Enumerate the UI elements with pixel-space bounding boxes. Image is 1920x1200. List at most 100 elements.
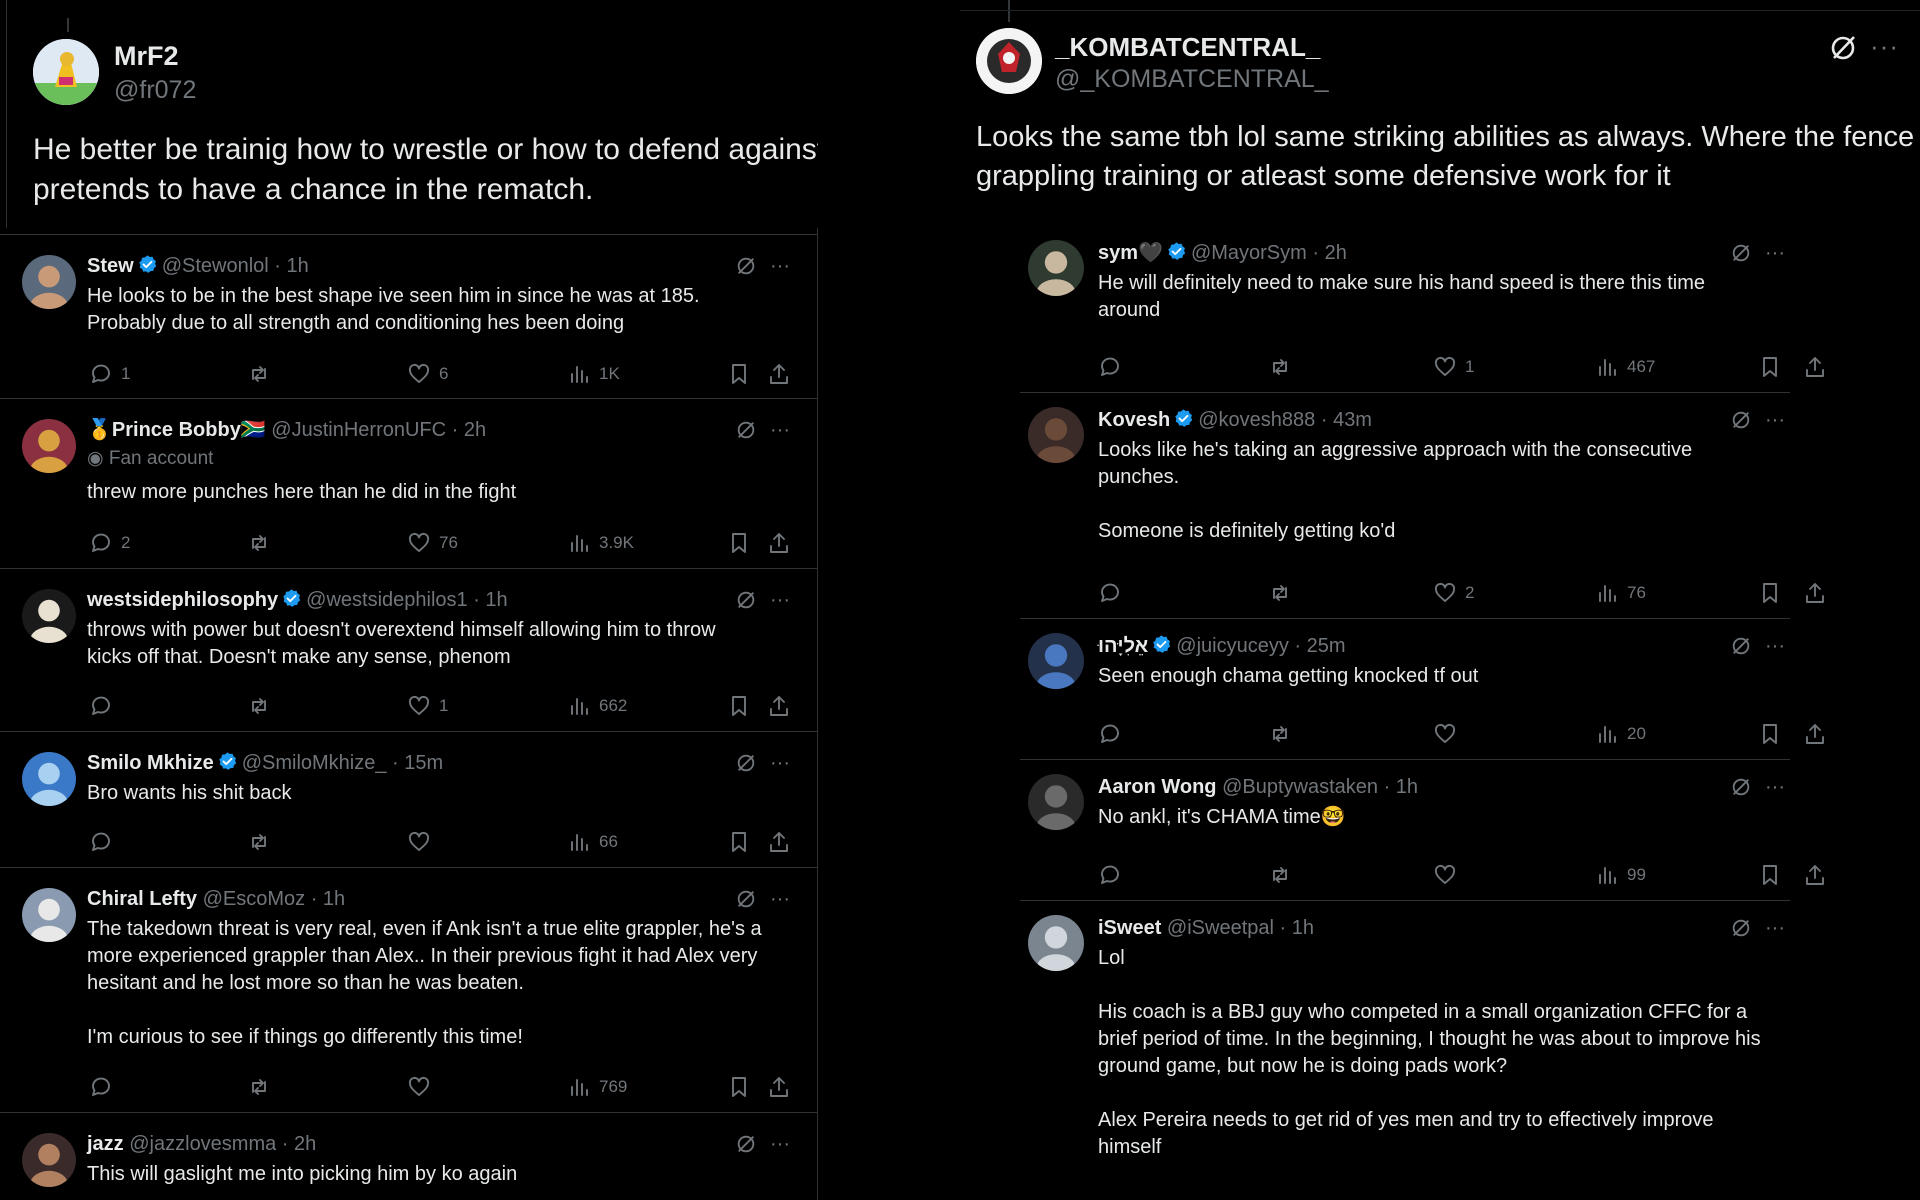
author-name[interactable]: westsidephilosophy [87,589,278,611]
avatar[interactable] [1028,407,1084,463]
repost-button[interactable] [1268,581,1292,605]
avatar[interactable] [1028,774,1084,830]
views-button[interactable]: 66 [567,830,618,854]
reply-item[interactable]: iSweet @iSweetpal · 1h ··· Lol His coach i… [1020,901,1790,1191]
author-name[interactable]: Smilo Mkhize [87,752,214,774]
author-handle-time[interactable]: @westsidephilos1 · 1h [306,589,508,611]
bookmark-button[interactable] [727,694,751,718]
repost-button[interactable] [247,531,271,555]
reply-button[interactable] [1098,355,1130,379]
grok-icon[interactable] [735,255,759,279]
views-button[interactable]: 20 [1595,722,1646,746]
like-button[interactable]: 1 [407,694,448,718]
author-name[interactable]: _KOMBATCENTRAL_ [1055,32,1320,63]
reply-button[interactable] [1098,722,1130,746]
author-name[interactable]: sym🖤 [1098,242,1163,264]
author-handle-time[interactable]: @juicyuceyy · 25m [1176,635,1345,657]
repost-button[interactable] [1268,863,1292,887]
like-button[interactable]: 6 [407,362,448,386]
more-icon[interactable]: ··· [1765,777,1785,797]
more-icon[interactable]: ··· [770,889,790,909]
more-icon[interactable]: ··· [770,590,790,610]
repost-button[interactable] [247,830,271,854]
reply-item[interactable]: אֵלִיָּהוּ @juicyuceyy · 25m ··· Seen enoug… [1020,619,1824,760]
author-handle[interactable]: @fr072 [114,76,196,105]
views-button[interactable]: 3.9K [567,531,634,555]
repost-button[interactable] [1268,355,1292,379]
share-button[interactable] [1803,863,1827,887]
bookmark-button[interactable] [1758,355,1782,379]
grok-icon[interactable] [735,1133,759,1157]
avatar[interactable] [976,28,1042,94]
author-handle-time[interactable]: @iSweetpal · 1h [1167,917,1314,939]
grok-icon[interactable] [735,888,759,912]
avatar[interactable] [22,255,76,309]
views-button[interactable]: 662 [567,694,627,718]
author-handle-time[interactable]: @EscoMoz · 1h [203,888,346,910]
bookmark-button[interactable] [1758,581,1782,605]
avatar[interactable] [33,39,99,105]
reply-item[interactable]: sym🖤 @MayorSym · 2h ··· He will definitely … [1020,226,1824,393]
avatar[interactable] [22,888,76,942]
author-name[interactable]: Stew [87,255,134,277]
repost-button[interactable] [247,694,271,718]
avatar[interactable] [22,1133,76,1187]
avatar[interactable] [22,589,76,643]
views-button[interactable]: 1K [567,362,620,386]
grok-icon[interactable] [1730,776,1754,800]
reply-item[interactable]: 🥇Prince Bobby🇿🇦 @JustinHerronUFC · 2h ···… [0,399,818,569]
author-name[interactable]: Chiral Lefty [87,888,197,910]
share-button[interactable] [767,694,791,718]
author-handle-time[interactable]: @JustinHerronUFC · 2h [271,419,486,441]
repost-button[interactable] [247,362,271,386]
author-name[interactable]: iSweet [1098,917,1161,939]
avatar[interactable] [1028,240,1084,296]
like-button[interactable]: 2 [1433,581,1474,605]
repost-button[interactable] [247,1075,271,1099]
repost-button[interactable] [1268,722,1292,746]
author-handle-time[interactable]: @jazzlovesmma · 2h [129,1133,316,1155]
author-name[interactable]: 🥇Prince Bobby🇿🇦 [87,419,266,441]
reply-button[interactable] [89,830,121,854]
author-handle-time[interactable]: @MayorSym · 2h [1191,242,1347,264]
like-button[interactable] [1433,863,1465,887]
author-handle[interactable]: @_KOMBATCENTRAL_ [1055,65,1329,94]
bookmark-button[interactable] [1758,863,1782,887]
author-handle-time[interactable]: @Stewonlol · 1h [162,255,309,277]
share-button[interactable] [1803,355,1827,379]
grok-icon[interactable] [1730,635,1754,659]
like-button[interactable] [1433,722,1465,746]
views-button[interactable]: 99 [1595,863,1646,887]
author-name[interactable]: jazz [87,1133,124,1155]
share-button[interactable] [1803,581,1827,605]
reply-button[interactable]: 1 [89,362,130,386]
share-button[interactable] [1803,722,1827,746]
avatar[interactable] [22,752,76,806]
more-icon[interactable]: ··· [770,1134,790,1154]
like-button[interactable] [407,830,439,854]
reply-button[interactable] [89,1075,121,1099]
share-button[interactable] [767,362,791,386]
bookmark-button[interactable] [727,830,751,854]
author-handle-time[interactable]: @SmiloMkhize_ · 15m [242,752,443,774]
reply-button[interactable] [1098,863,1130,887]
author-name[interactable]: MrF2 [114,41,179,72]
views-button[interactable]: 467 [1595,355,1655,379]
author-name[interactable]: Aaron Wong [1098,776,1217,798]
like-button[interactable]: 76 [407,531,458,555]
grok-icon[interactable] [1828,33,1858,63]
grok-icon[interactable] [1730,917,1754,941]
grok-icon[interactable] [735,752,759,776]
reply-item[interactable]: Aaron Wong @Buptywastaken · 1h ··· No ankl… [1020,760,1824,901]
grok-icon[interactable] [1730,409,1754,433]
share-button[interactable] [767,830,791,854]
like-button[interactable]: 1 [1433,355,1474,379]
share-button[interactable] [767,531,791,555]
views-button[interactable]: 76 [1595,581,1646,605]
author-handle-time[interactable]: @Buptywastaken · 1h [1222,776,1418,798]
like-button[interactable] [407,1075,439,1099]
bookmark-button[interactable] [727,362,751,386]
avatar[interactable] [1028,915,1084,971]
bookmark-button[interactable] [727,1075,751,1099]
reply-button[interactable] [89,694,121,718]
